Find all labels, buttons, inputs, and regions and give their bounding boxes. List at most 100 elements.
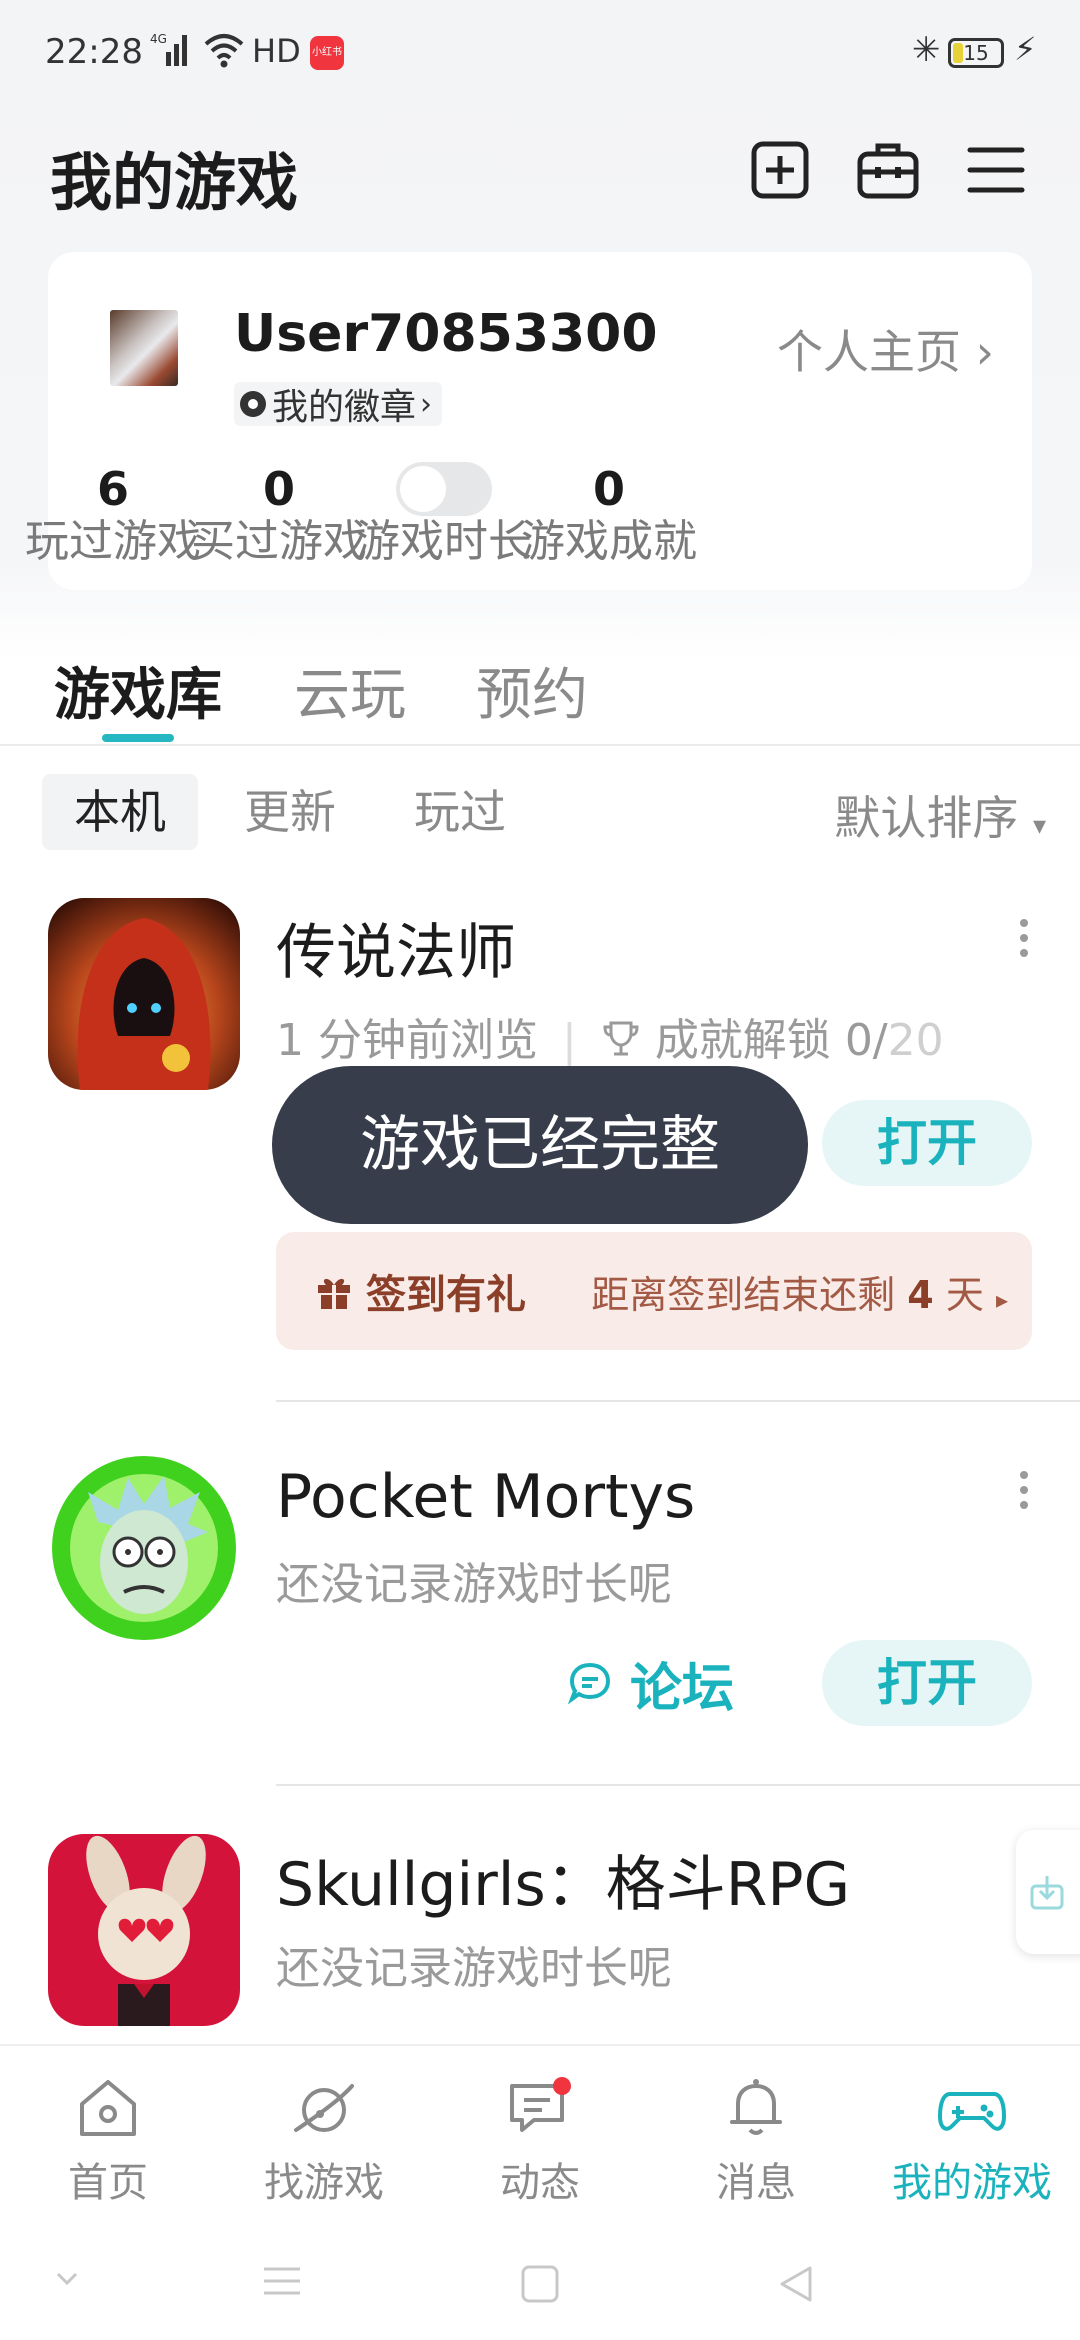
toolbox-icon[interactable]	[856, 138, 920, 202]
caret-down-icon: ▾	[1032, 811, 1046, 841]
nav-label: 首页	[68, 2160, 148, 2206]
game-meta: 1 分钟前浏览 | 成就解锁 0/20	[276, 1004, 944, 1068]
meta-separator: |	[561, 1015, 577, 1066]
game-title: 传说法师	[276, 918, 516, 988]
skullgirls-character-icon	[48, 1834, 240, 2026]
home-icon	[80, 2080, 136, 2136]
my-badges-label: 我的徽章	[272, 387, 417, 428]
achievement-progress: 0/	[844, 1015, 888, 1066]
tab-game-library[interactable]: 游戏库	[54, 650, 222, 731]
last-viewed: 1 分钟前浏览	[276, 1015, 538, 1066]
play-time-toggle[interactable]	[396, 462, 492, 516]
nav-label: 找游戏	[264, 2160, 384, 2206]
nav-label: 消息	[716, 2160, 796, 2206]
bell-icon	[730, 2079, 782, 2135]
chevron-right-icon: ›	[420, 386, 433, 422]
battery-icon: 15	[948, 38, 1004, 68]
checkin-gift-banner[interactable]: 签到有礼 距离签到结束还剩 4 天 ▸	[276, 1232, 1032, 1350]
wifi-icon	[204, 34, 244, 68]
sort-label: 默认排序	[834, 791, 1019, 845]
stat-achievements[interactable]: 0 游戏成就	[486, 462, 732, 568]
nav-find-games[interactable]: 找游戏	[216, 2072, 432, 2208]
gamepad-icon	[938, 2092, 1006, 2131]
trophy-icon	[603, 1021, 639, 1056]
back-icon[interactable]	[776, 2264, 816, 2304]
list-divider	[276, 1784, 1080, 1786]
gift-icon	[318, 1278, 350, 1309]
personal-homepage-label: 个人主页	[776, 325, 961, 379]
open-game-button[interactable]: 打开	[822, 1100, 1032, 1186]
nav-messages[interactable]: 消息	[648, 2072, 864, 2208]
system-navigation-bar	[0, 2220, 1080, 2340]
gift-countdown: 距离签到结束还剩 4 天 ▸	[591, 1264, 1008, 1319]
gift-title: 签到有礼	[366, 1272, 526, 1318]
forum-label: 论坛	[630, 1658, 735, 1719]
status-bar: 22:28 4G HD 小红书 ✳ 15 ⚡	[0, 0, 1080, 110]
download-icon	[1030, 1876, 1064, 1910]
avatar[interactable]	[110, 310, 178, 386]
hooded-mage-icon	[48, 898, 240, 1090]
nav-label: 我的游戏	[892, 2160, 1052, 2206]
caret-right-icon: ▸	[995, 1285, 1008, 1314]
chat-icon	[510, 2077, 571, 2132]
chevron-down-icon[interactable]	[52, 2264, 82, 2294]
achievement-label: 成就解锁	[654, 1015, 831, 1066]
home-button-icon[interactable]	[520, 2264, 560, 2304]
charging-icon: ⚡	[1014, 30, 1037, 68]
floating-download-tab[interactable]	[1016, 1830, 1080, 1954]
forum-icon	[567, 1662, 611, 1705]
toast-message: 游戏已经完整	[272, 1066, 808, 1224]
play-time-status: 还没记录游戏时长呢	[276, 1943, 672, 1994]
username: User70853300	[234, 304, 658, 364]
menu-icon[interactable]	[964, 138, 1028, 202]
toggle-knob	[400, 466, 446, 512]
notification-dot	[553, 2077, 571, 2095]
stat-label: 游戏成就	[521, 516, 697, 567]
divider	[0, 744, 1080, 746]
more-options-icon[interactable]	[1018, 918, 1030, 958]
profile-card: User70853300 我的徽章 › 个人主页 › 6 玩过游戏 0 买过游戏…	[25, 252, 1032, 590]
battery-level: 15	[963, 41, 989, 65]
game-title: Skullgirls：格斗RPG	[276, 1850, 851, 1920]
list-divider	[276, 1400, 1080, 1402]
filter-updates[interactable]: 更新	[212, 774, 368, 850]
play-time-status: 还没记录游戏时长呢	[276, 1559, 672, 1610]
xiaohongshu-notification-icon: 小红书	[310, 36, 344, 70]
achievement-total: 20	[887, 1015, 944, 1066]
active-tab-indicator	[102, 734, 174, 742]
countdown-unit: 天	[945, 1272, 984, 1317]
recent-apps-icon[interactable]	[262, 2264, 302, 2298]
rick-portal-icon	[48, 1452, 240, 1644]
badge-icon	[240, 391, 266, 417]
bluetooth-icon: ✳	[912, 30, 941, 70]
nav-feed[interactable]: 动态	[432, 2072, 648, 2208]
my-badges-button[interactable]: 我的徽章 ›	[234, 382, 443, 428]
tab-cloud-play[interactable]: 云玩	[294, 650, 406, 731]
game-icon-pocket-mortys[interactable]	[48, 1452, 240, 1644]
countdown-days: 4	[907, 1272, 934, 1317]
bottom-navigation: 首页 找游戏 动态 消息 我的游戏	[0, 2044, 1080, 2218]
status-time: 22:28	[45, 32, 143, 72]
tab-reservations[interactable]: 预约	[476, 650, 588, 731]
add-square-icon[interactable]	[748, 138, 812, 202]
game-icon-skullgirls[interactable]	[48, 1834, 240, 2026]
filter-local[interactable]: 本机	[42, 774, 198, 850]
battery-level-fill	[953, 43, 963, 63]
open-game-button[interactable]: 打开	[822, 1640, 1032, 1726]
nav-my-games[interactable]: 我的游戏	[864, 2072, 1080, 2208]
forum-button[interactable]: 论坛	[566, 1640, 734, 1726]
more-options-icon[interactable]	[1018, 1470, 1030, 1510]
chevron-right-icon: ›	[975, 325, 994, 379]
nav-label: 动态	[500, 2160, 580, 2206]
network-type: 4G	[150, 32, 167, 46]
sort-dropdown[interactable]: 默认排序 ▾	[834, 782, 1046, 848]
stat-value: 0	[592, 462, 625, 516]
hd-indicator: HD	[252, 32, 301, 70]
planet-icon	[294, 2084, 354, 2132]
page-title: 我的游戏	[50, 146, 299, 219]
game-icon-legendary-mage[interactable]	[48, 898, 240, 1090]
filter-played[interactable]: 玩过	[382, 774, 538, 850]
countdown-prefix: 距离签到结束还剩	[591, 1272, 896, 1317]
personal-homepage-link[interactable]: 个人主页 ›	[777, 316, 994, 382]
nav-home[interactable]: 首页	[0, 2072, 216, 2208]
